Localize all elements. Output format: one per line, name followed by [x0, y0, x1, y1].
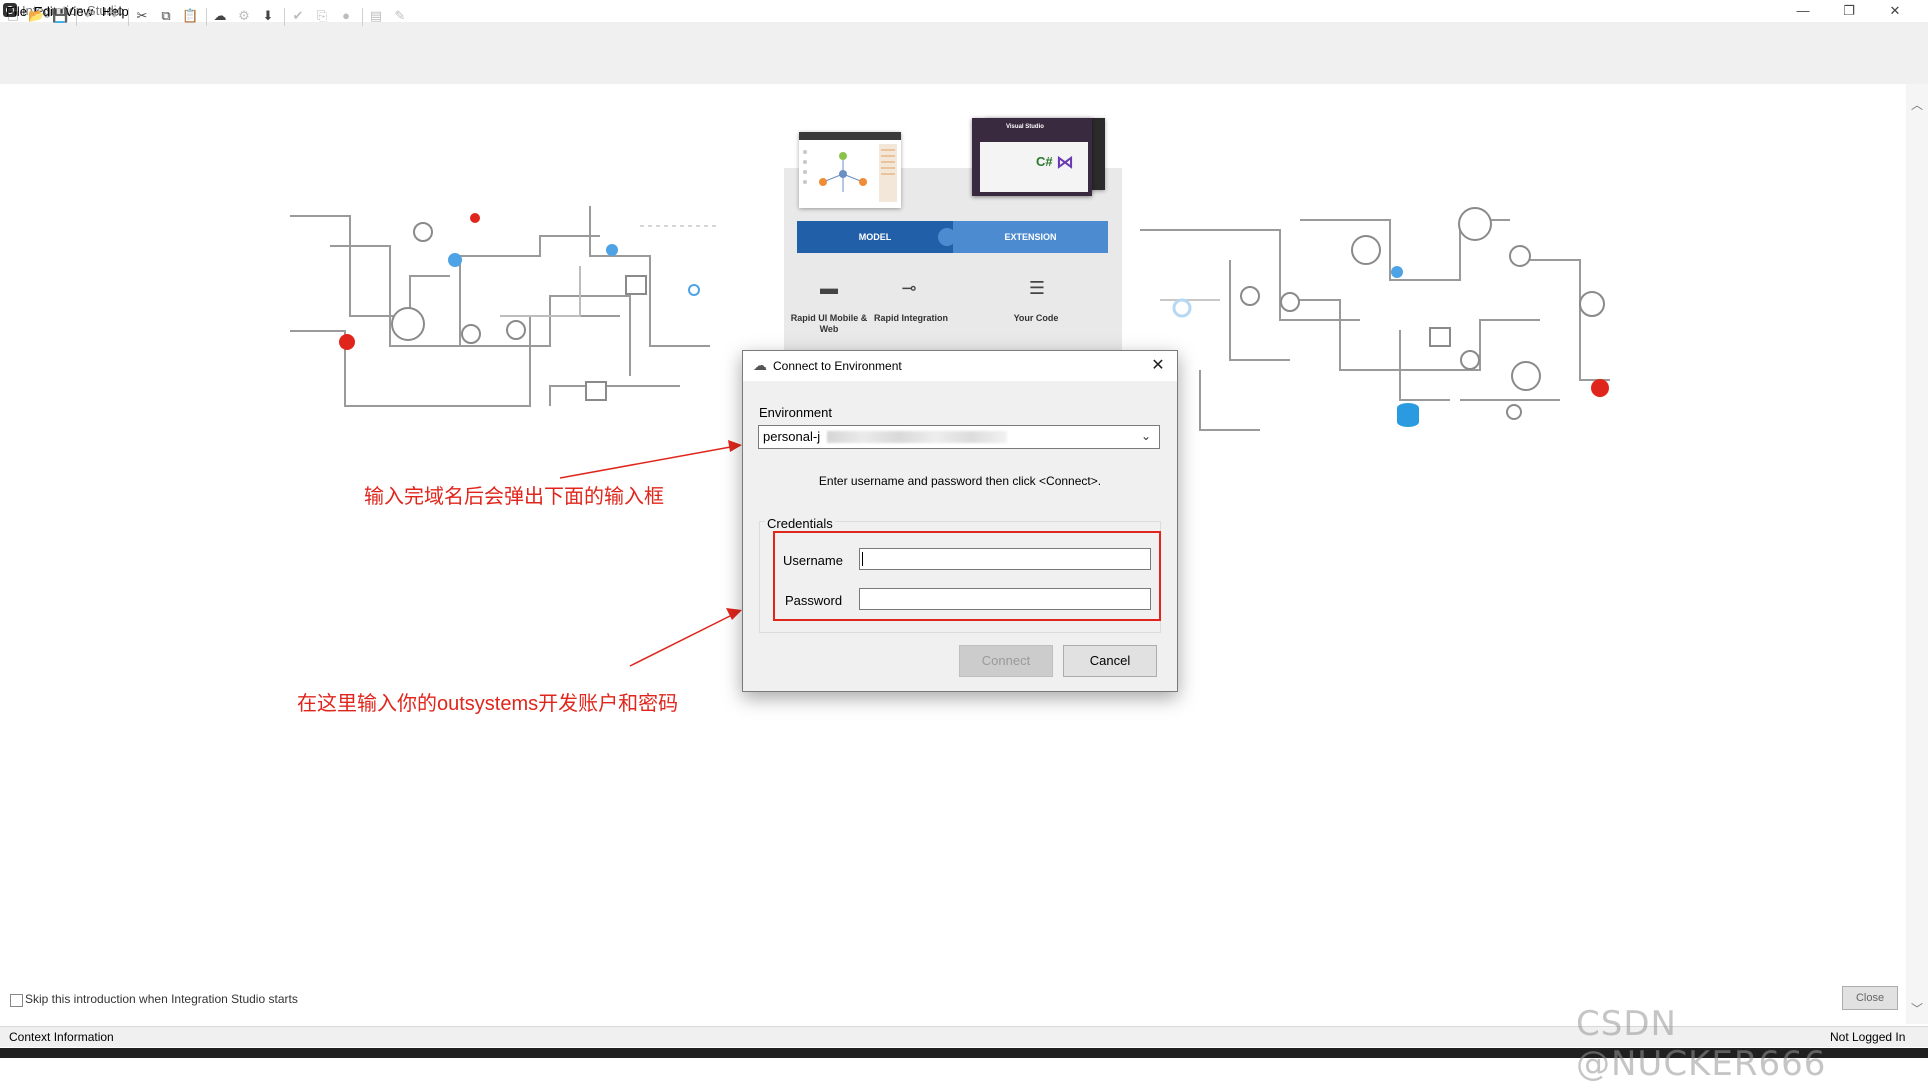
- restore-button[interactable]: ❐: [1826, 0, 1872, 22]
- model-segment: MODEL: [797, 221, 953, 253]
- feature-label-rapid-integration: Rapid Integration: [874, 313, 948, 323]
- skip-intro-label: Skip this introduction when Integration …: [25, 992, 298, 1006]
- username-input[interactable]: [859, 548, 1151, 570]
- toolbar-separator: [128, 8, 129, 26]
- toolbar-separator: [362, 8, 363, 26]
- model-screenshot-image: [799, 132, 901, 208]
- password-input[interactable]: [859, 588, 1151, 610]
- circuit-illustration-left: [290, 206, 720, 407]
- environment-select[interactable]: personal-j ⌄: [758, 425, 1160, 449]
- toolbar-separator: [76, 8, 77, 26]
- open-folder-icon[interactable]: 📂: [28, 8, 44, 24]
- text-caret: [862, 552, 863, 566]
- connect-button[interactable]: Connect: [959, 645, 1053, 677]
- compare-icon[interactable]: ▤: [368, 8, 384, 24]
- paste-icon[interactable]: 📋: [182, 8, 198, 24]
- redacted-text: [827, 431, 1007, 443]
- visual-studio-title: Visual Studio: [1006, 124, 1044, 130]
- toolbar: [0, 44, 1928, 85]
- verify-icon[interactable]: ✔: [290, 8, 306, 24]
- publish-icon[interactable]: ⎘: [314, 8, 330, 24]
- feature-label-rapid-ui: Rapid UI Mobile & Web: [790, 313, 868, 334]
- cut-icon[interactable]: ✂: [134, 8, 150, 24]
- copy-icon[interactable]: ⧉: [158, 8, 174, 24]
- save-icon[interactable]: 💾: [52, 8, 68, 24]
- annotation-text-top: 输入完域名后会弹出下面的输入框: [364, 486, 664, 508]
- info-icon[interactable]: ●: [338, 8, 354, 24]
- annotation-text-bottom: 在这里输入你的outsystems开发账户和密码: [297, 693, 679, 715]
- csharp-label: C#: [1036, 154, 1053, 169]
- skip-intro-checkbox[interactable]: [10, 994, 23, 1007]
- cancel-button[interactable]: Cancel: [1063, 645, 1157, 677]
- environment-icon[interactable]: ☁: [212, 8, 228, 24]
- segment-connector: [938, 228, 956, 246]
- annotation-arrows: [559, 440, 742, 667]
- gear-icon[interactable]: ⚙: [236, 8, 252, 24]
- password-label: Password: [785, 593, 843, 608]
- new-file-icon[interactable]: 🗋: [5, 8, 21, 24]
- visual-studio-logo-icon: ⋈: [1056, 152, 1074, 172]
- username-label: Username: [783, 553, 843, 568]
- integration-icon: ⊸: [901, 278, 917, 298]
- undo-icon[interactable]: ↶: [82, 8, 98, 24]
- feature-label-your-code: Your Code: [1013, 313, 1059, 323]
- dialog-close-button[interactable]: ✕: [1147, 355, 1169, 375]
- chevron-down-icon[interactable]: ⌄: [1141, 429, 1151, 443]
- instruction-text: Enter username and password then click <…: [818, 474, 1102, 488]
- toolbar-separator: [206, 8, 207, 26]
- circuit-illustration-right: [1140, 207, 1610, 431]
- redo-icon[interactable]: ↷: [104, 8, 120, 24]
- context-information: Context Information: [9, 1030, 114, 1044]
- vertical-scrollbar[interactable]: [1906, 84, 1928, 1024]
- credentials-label: Credentials: [765, 516, 835, 531]
- cloud-icon: ☁: [753, 357, 767, 373]
- edit-doc-icon[interactable]: ✎: [392, 8, 408, 24]
- extension-segment: EXTENSION: [953, 221, 1108, 253]
- menu-bar: [0, 22, 1928, 44]
- dialog-title: Connect to Environment: [773, 359, 902, 373]
- scroll-up-icon[interactable]: ︿: [1906, 96, 1928, 113]
- close-window-button[interactable]: ✕: [1872, 0, 1918, 22]
- download-icon[interactable]: ⬇: [260, 8, 276, 24]
- code-icon: ☰: [1028, 278, 1046, 298]
- window-icon: ▬: [820, 278, 838, 298]
- connect-dialog: ☁ Connect to Environment ✕ Environment p…: [742, 350, 1178, 692]
- minimize-button[interactable]: —: [1780, 0, 1826, 22]
- watermark: CSDN @NUCKER666: [1576, 1004, 1827, 1084]
- toolbar-separator: [284, 8, 285, 26]
- environment-label: Environment: [759, 405, 832, 420]
- environment-value: personal-j: [763, 429, 821, 444]
